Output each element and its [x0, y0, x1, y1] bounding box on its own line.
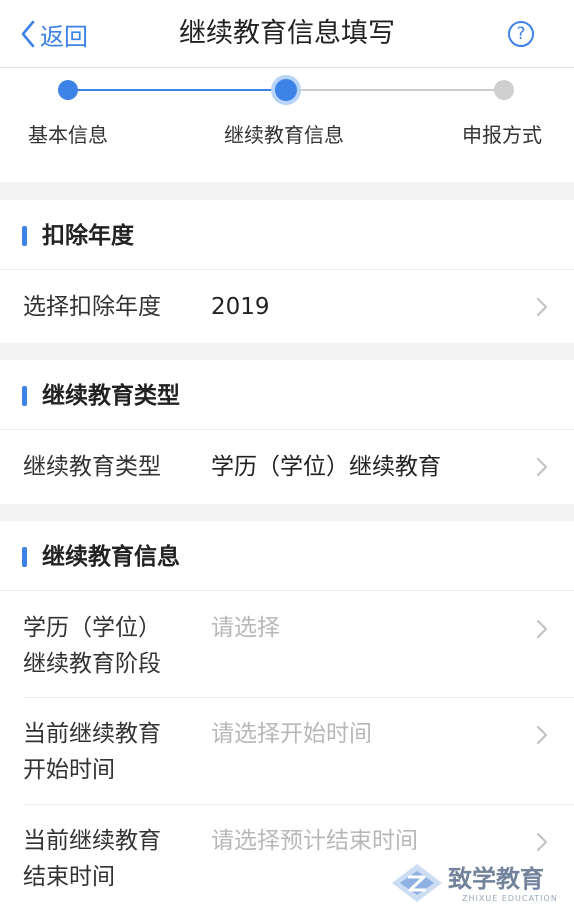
watermark: 致学教育 ZHIXUE EDUCATION — [390, 860, 560, 908]
education-type-value: 学历（学位）继续教育 — [211, 454, 441, 480]
section-header-education-type: 继续教育类型 — [0, 360, 574, 430]
section-accent-bar — [22, 226, 27, 246]
row-label: 当前继续教育 开始时间 — [23, 716, 161, 788]
section-separator — [0, 182, 574, 200]
chevron-right-icon — [536, 832, 548, 852]
row-label: 选择扣除年度 — [23, 294, 161, 320]
step-line-completed — [68, 89, 286, 91]
row-label: 当前继续教育 结束时间 — [23, 823, 161, 895]
watermark-subtitle: ZHIXUE EDUCATION — [462, 894, 558, 903]
row-label-line: 学历（学位） — [23, 615, 161, 641]
step-label-basic-info: 基本信息 — [28, 123, 108, 147]
row-label-line: 开始时间 — [23, 757, 115, 783]
section-separator — [0, 504, 574, 521]
start-time-select-row[interactable]: 当前继续教育 开始时间 请选择开始时间 — [0, 698, 574, 805]
section-accent-bar — [22, 547, 27, 567]
education-type-select-row[interactable]: 继续教育类型 学历（学位）继续教育 — [0, 431, 574, 504]
question-circle-icon[interactable]: ? — [508, 21, 534, 47]
chevron-right-icon — [536, 297, 548, 317]
section-separator — [0, 343, 574, 360]
section-title: 继续教育信息 — [42, 544, 180, 570]
start-time-placeholder: 请选择开始时间 — [211, 721, 372, 747]
deduction-year-value: 2019 — [211, 294, 270, 320]
row-label-line: 继续教育阶段 — [23, 651, 161, 677]
step-line-pending — [286, 89, 504, 91]
step-dot-basic-info — [58, 80, 78, 100]
step-dot-education-info — [271, 75, 301, 105]
row-label-line: 结束时间 — [23, 864, 115, 890]
section-header-deduction-year: 扣除年度 — [0, 200, 574, 270]
row-label: 学历（学位） 继续教育阶段 — [23, 610, 161, 682]
end-time-placeholder: 请选择预计结束时间 — [211, 828, 418, 854]
page-title: 继续教育信息填写 — [179, 18, 395, 49]
education-stage-select-row[interactable]: 学历（学位） 继续教育阶段 请选择 — [0, 592, 574, 698]
step-label-education-info: 继续教育信息 — [224, 123, 344, 147]
zhixue-logo-icon — [392, 864, 442, 902]
section-header-education-info: 继续教育信息 — [0, 521, 574, 591]
chevron-right-icon — [536, 725, 548, 745]
row-label: 继续教育类型 — [23, 454, 161, 480]
nav-bar: 返回 继续教育信息填写 ? — [0, 0, 574, 68]
chevron-right-icon — [536, 619, 548, 639]
row-label-line: 当前继续教育 — [23, 721, 161, 747]
deduction-year-select-row[interactable]: 选择扣除年度 2019 — [0, 271, 574, 343]
education-stage-placeholder: 请选择 — [211, 615, 280, 641]
chevron-right-icon — [536, 457, 548, 477]
watermark-brand: 致学教育 — [448, 865, 544, 893]
section-accent-bar — [22, 386, 27, 406]
step-dot-declaration-method — [494, 80, 514, 100]
step-progress: 基本信息 继续教育信息 申报方式 — [0, 69, 574, 182]
section-title: 扣除年度 — [42, 223, 134, 249]
step-label-declaration-method: 申报方式 — [462, 123, 542, 147]
row-label-line: 当前继续教育 — [23, 828, 161, 854]
section-title: 继续教育类型 — [42, 383, 180, 409]
